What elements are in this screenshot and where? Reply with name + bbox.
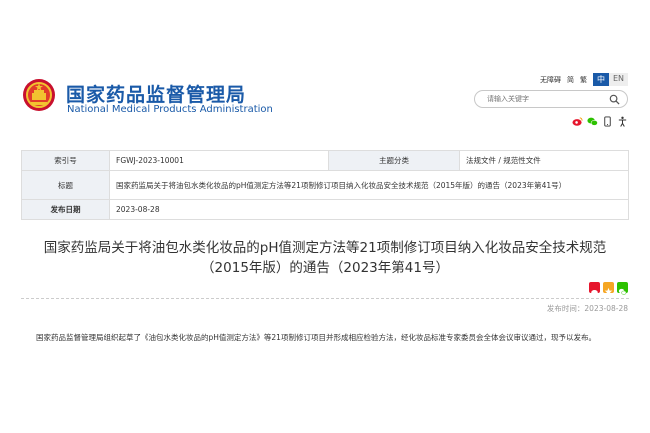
index-label: 索引号 (21, 150, 110, 171)
date-value: 2023-08-28 (109, 199, 629, 220)
mobile-icon[interactable] (602, 112, 613, 127)
title-divider (21, 298, 629, 299)
lang-cn-button[interactable]: 中 (592, 73, 609, 86)
national-emblem-icon[interactable] (22, 78, 56, 112)
top-toolbar: 无障碍 简 繁 中 EN (534, 73, 628, 86)
title-label: 标题 (21, 170, 110, 200)
index-value: FGWJ-2023-10001 (109, 150, 329, 171)
search-icon[interactable] (609, 94, 620, 105)
document-meta-table: 索引号 FGWJ-2023-10001 主题分类 法规文件 / 规范性文件 标题… (21, 150, 629, 220)
share-wechat-icon[interactable] (617, 282, 628, 295)
simplified-link[interactable]: 简 (567, 75, 574, 85)
topic-value: 法规文件 / 规范性文件 (459, 150, 629, 171)
search-box (474, 90, 628, 108)
share-buttons (586, 282, 628, 296)
social-links (568, 112, 628, 127)
wechat-icon[interactable] (587, 112, 598, 126)
meta-row-title: 标题 国家药监局关于将油包水类化妆品的pH值测定方法等21项制修订项目纳入化妆品… (21, 170, 629, 200)
lang-en-button[interactable]: EN (608, 73, 628, 86)
meta-row-date: 发布日期 2023-08-28 (21, 199, 629, 220)
article-body: 国家药品监督管理局组织起草了《油包水类化妆品的pH值测定方法》等21项制修订项目… (36, 333, 596, 342)
site-name-en[interactable]: National Medical Products Administration (67, 104, 273, 115)
accessibility-link[interactable]: 无障碍 (540, 75, 561, 85)
weibo-icon[interactable] (572, 112, 583, 126)
site-name-cn[interactable]: 国家药品监督管理局 (66, 80, 246, 107)
share-qzone-icon[interactable] (603, 282, 614, 296)
publish-date: 发布时间：2023-08-28 (546, 304, 628, 313)
search-input[interactable] (485, 94, 607, 104)
title-value: 国家药监局关于将油包水类化妆品的pH值测定方法等21项制修订项目纳入化妆品安全技… (109, 170, 629, 200)
language-switch: 中 EN (592, 73, 628, 86)
traditional-link[interactable]: 繁 (580, 75, 587, 85)
topic-label: 主题分类 (328, 150, 460, 171)
date-label: 发布日期 (21, 199, 110, 220)
site-header: 国家药品监督管理局 National Medical Products Admi… (0, 0, 650, 140)
accessibility-person-icon[interactable] (617, 112, 628, 127)
share-weibo-icon[interactable] (589, 282, 600, 295)
meta-row-index: 索引号 FGWJ-2023-10001 主题分类 法规文件 / 规范性文件 (21, 150, 629, 171)
article-title: 国家药监局关于将油包水类化妆品的pH值测定方法等21项制修订项目纳入化妆品安全技… (43, 240, 607, 276)
